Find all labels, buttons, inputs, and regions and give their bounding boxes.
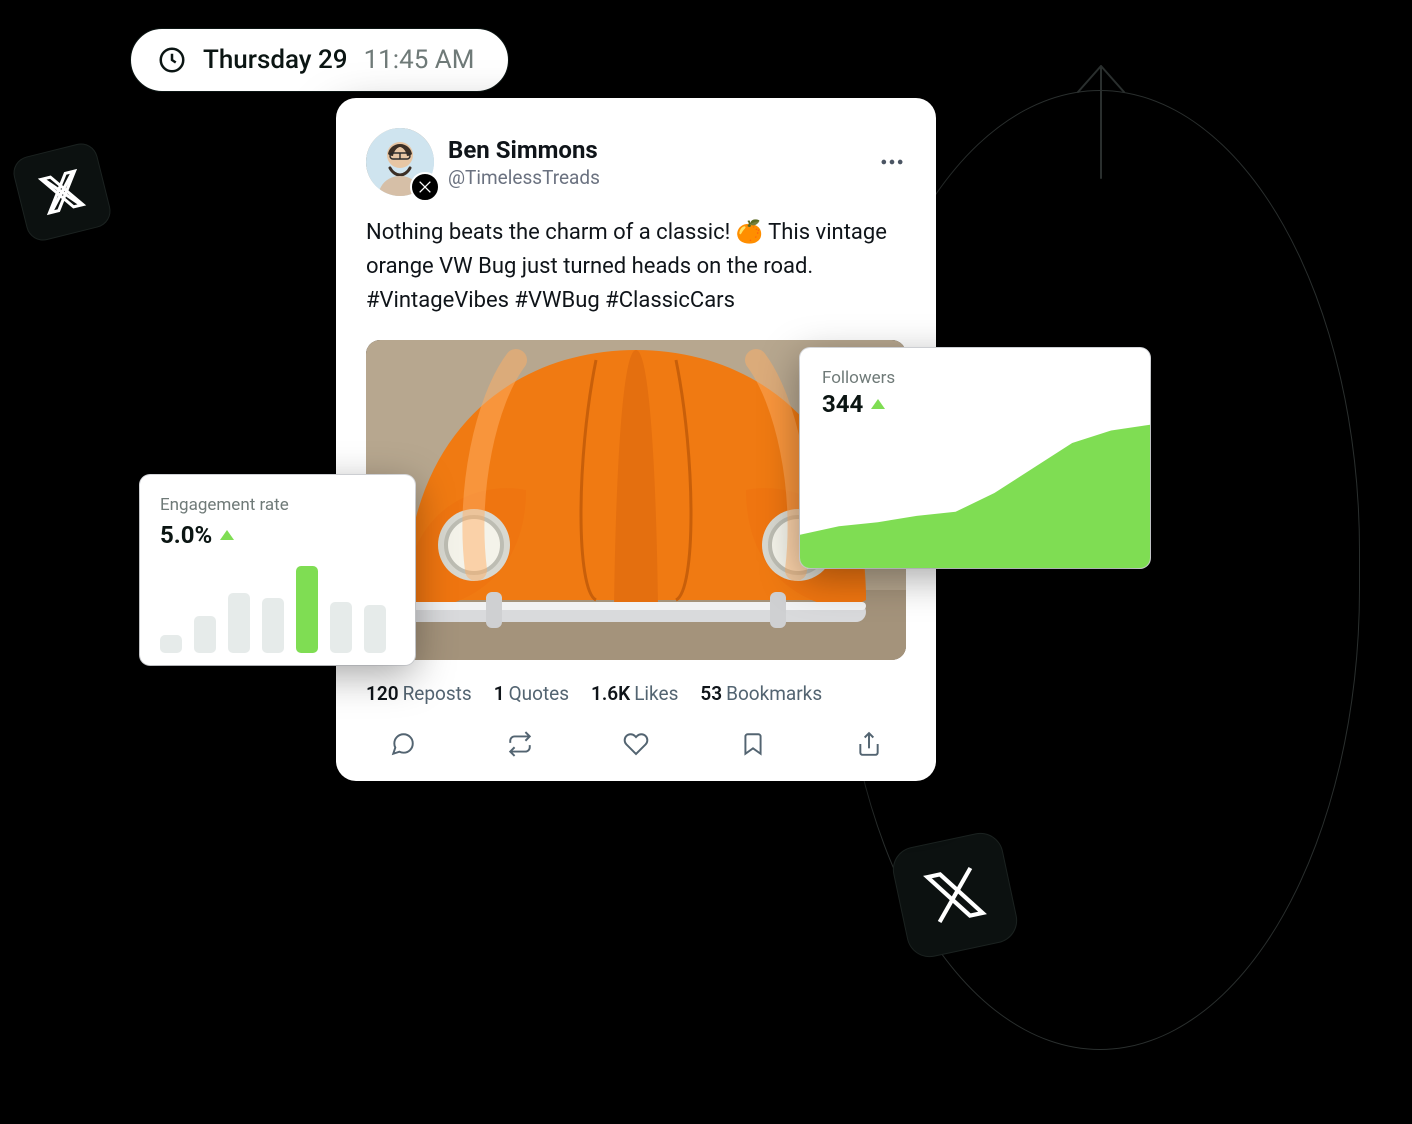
engagement-bar-chart bbox=[160, 561, 395, 653]
chart-bar bbox=[228, 593, 250, 653]
tweet-metrics: 120Reposts 1Quotes 1.6KLikes 53Bookmarks bbox=[366, 682, 906, 705]
chart-bar bbox=[296, 566, 318, 653]
avatar[interactable] bbox=[366, 128, 434, 196]
x-logo-tile bbox=[11, 141, 113, 243]
tweet-text: Nothing beats the charm of a classic! 🍊 … bbox=[366, 216, 906, 318]
chart-bar bbox=[194, 616, 216, 653]
likes-metric[interactable]: 1.6KLikes bbox=[591, 682, 678, 705]
schedule-pill: Thursday 29 11:45 AM bbox=[130, 28, 509, 92]
platform-badge-x-icon bbox=[410, 172, 440, 202]
reply-icon[interactable] bbox=[388, 729, 418, 759]
followers-area-chart bbox=[800, 418, 1150, 568]
like-icon[interactable] bbox=[621, 729, 651, 759]
bookmarks-metric[interactable]: 53Bookmarks bbox=[700, 682, 822, 705]
trend-up-icon bbox=[871, 399, 885, 409]
tweet-header: Ben Simmons @TimelessTreads bbox=[366, 128, 906, 196]
repost-icon[interactable] bbox=[505, 729, 535, 759]
quotes-metric[interactable]: 1Quotes bbox=[494, 682, 569, 705]
more-icon[interactable] bbox=[878, 148, 906, 176]
engagement-rate-card: Engagement rate 5.0% bbox=[140, 475, 415, 665]
chart-bar bbox=[160, 635, 182, 653]
followers-label: Followers bbox=[822, 368, 1150, 388]
bookmark-icon[interactable] bbox=[738, 729, 768, 759]
followers-value: 344 bbox=[822, 390, 863, 418]
clock-icon bbox=[157, 45, 187, 75]
tweet-actions bbox=[366, 725, 906, 759]
author-name[interactable]: Ben Simmons bbox=[448, 136, 864, 164]
schedule-time: 11:45 AM bbox=[364, 45, 475, 75]
chart-bar bbox=[262, 598, 284, 653]
schedule-day: Thursday 29 bbox=[203, 45, 348, 75]
share-icon[interactable] bbox=[854, 729, 884, 759]
engagement-label: Engagement rate bbox=[160, 495, 395, 515]
trend-up-icon bbox=[220, 530, 234, 540]
reposts-metric[interactable]: 120Reposts bbox=[366, 682, 472, 705]
decorative-arrow-up-icon bbox=[1066, 60, 1136, 180]
x-logo-tile bbox=[890, 830, 1020, 960]
engagement-value: 5.0% bbox=[160, 521, 212, 549]
chart-bar bbox=[364, 605, 386, 653]
author-handle[interactable]: @TimelessTreads bbox=[448, 166, 864, 189]
followers-card: Followers 344 bbox=[800, 348, 1150, 568]
chart-bar bbox=[330, 602, 352, 653]
